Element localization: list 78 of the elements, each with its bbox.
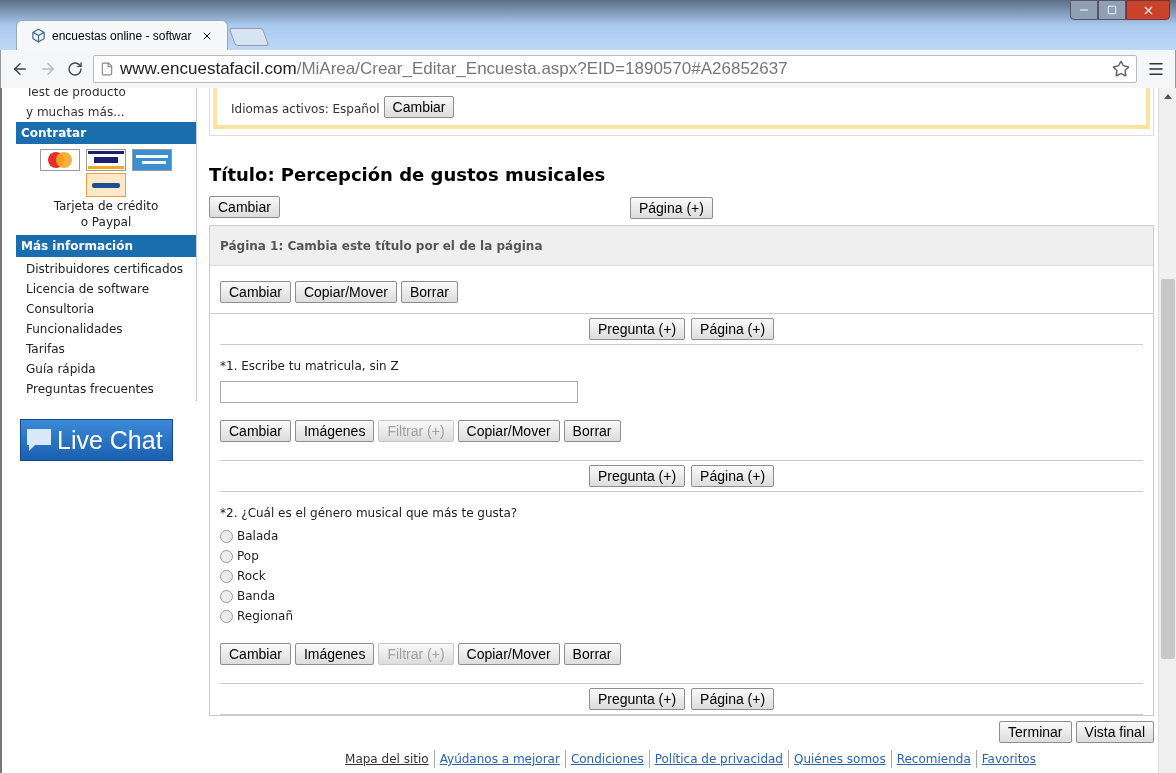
browser-tab[interactable]: encuestas online - softwar bbox=[16, 20, 228, 50]
footer-link[interactable]: Condiciones bbox=[564, 750, 644, 768]
paypal-logo-drawing bbox=[86, 173, 126, 197]
final-button[interactable]: Terminar bbox=[999, 721, 1072, 743]
option-label: Pop bbox=[237, 548, 259, 565]
option-label: Balada bbox=[237, 528, 279, 545]
back-icon[interactable] bbox=[11, 60, 29, 78]
menu-icon[interactable] bbox=[1147, 60, 1165, 78]
survey-title: Título: Percepción de gustos musicales bbox=[209, 164, 607, 186]
section-header: Más información bbox=[16, 235, 196, 257]
footer-link[interactable]: Favoritos bbox=[975, 750, 1036, 768]
star-icon[interactable] bbox=[1112, 60, 1130, 78]
footer-link[interactable]: Ayúdanos a mejorar bbox=[433, 750, 560, 768]
insert-button[interactable]: Pregunta (+) bbox=[588, 465, 686, 487]
question-button[interactable]: Copiar/Mover bbox=[457, 643, 560, 665]
section-header: Contratar bbox=[16, 122, 196, 144]
close-window-button[interactable] bbox=[1126, 0, 1170, 20]
question-button[interactable]: Cambiar bbox=[220, 420, 291, 442]
insert-button[interactable]: Página (+) bbox=[691, 465, 775, 487]
question-button[interactable]: Borrar bbox=[563, 643, 621, 665]
question-button[interactable]: Borrar bbox=[563, 420, 621, 442]
option-label: Banda bbox=[237, 588, 276, 605]
reload-icon[interactable] bbox=[67, 61, 83, 77]
sidebar-link[interactable]: Consultoria bbox=[16, 299, 196, 319]
languages-label: Idiomas activos: Español bbox=[231, 101, 380, 118]
scroll-up-arrow-icon[interactable] bbox=[1163, 94, 1172, 99]
card-logo-drawing bbox=[86, 149, 126, 171]
page-icon bbox=[100, 62, 114, 76]
insert-button[interactable]: Página (+) bbox=[691, 318, 775, 340]
insert-button[interactable]: Pregunta (+) bbox=[588, 318, 686, 340]
sidebar-link[interactable]: Preguntas frecuentes bbox=[16, 379, 196, 399]
address-bar[interactable]: www.encuestafacil.com/MiArea/Crear_Editar_Encuesta.aspx?EID=1890570#A26852637 bbox=[93, 55, 1137, 83]
page-button[interactable]: Cambiar bbox=[220, 281, 291, 303]
radio-button[interactable] bbox=[220, 549, 233, 563]
card-logo-drawing bbox=[40, 149, 80, 171]
caption-text: o Paypal bbox=[80, 215, 132, 229]
card-logo-drawing bbox=[132, 149, 172, 171]
cube-icon bbox=[31, 28, 46, 43]
insert-button[interactable]: Página (+) bbox=[691, 688, 775, 710]
question-button[interactable]: Imágenes bbox=[294, 420, 375, 442]
question-text: *2. ¿Cuál es el género musical que más te gusta? bbox=[220, 505, 519, 522]
radio-button[interactable] bbox=[220, 609, 233, 623]
sidebar-link[interactable]: Tarifas bbox=[16, 339, 196, 359]
caption-text: Tarjeta de crédito bbox=[53, 199, 159, 213]
radio-button[interactable] bbox=[220, 529, 233, 543]
footer-link[interactable]: Política de privacidad bbox=[648, 750, 783, 768]
option-label: Rock bbox=[237, 568, 266, 585]
radio-button[interactable] bbox=[220, 569, 233, 583]
footer-link[interactable]: Quiénes somos bbox=[787, 750, 886, 768]
add-page-button[interactable]: Página (+) bbox=[629, 197, 713, 219]
question-text: *1. Escribe tu matricula, sin Z bbox=[220, 358, 400, 375]
page-header: Página 1: Cambia este título por el de la página bbox=[210, 226, 1153, 266]
input-field[interactable] bbox=[220, 381, 578, 403]
footer-link[interactable]: Mapa del sitio bbox=[345, 750, 429, 768]
final-button[interactable]: Vista final bbox=[1075, 721, 1154, 743]
radio-button[interactable] bbox=[220, 589, 233, 603]
maximize-button[interactable] bbox=[1098, 0, 1126, 20]
sidebar-link[interactable]: Guía rápida bbox=[16, 359, 196, 379]
footer-link[interactable]: Recomienda bbox=[890, 750, 971, 768]
question-button[interactable]: Cambiar bbox=[220, 643, 291, 665]
new-tab-button[interactable] bbox=[228, 28, 270, 46]
sidebar-link[interactable]: Licencia de software bbox=[16, 279, 196, 299]
live-chat-button[interactable]: Live Chat bbox=[20, 419, 173, 461]
page-button[interactable]: Borrar bbox=[400, 281, 458, 303]
change-button[interactable]: Cambiar bbox=[209, 196, 280, 218]
change-button[interactable]: Cambiar bbox=[383, 96, 455, 118]
speech-bubble-icon bbox=[25, 427, 53, 453]
sidebar-link[interactable]: Distribuidores certificados bbox=[16, 259, 196, 279]
option-label: Regionañ bbox=[237, 608, 294, 625]
page-button[interactable]: Copiar/Mover bbox=[294, 281, 397, 303]
insert-button[interactable]: Pregunta (+) bbox=[588, 688, 686, 710]
maximize-icon bbox=[1107, 5, 1117, 15]
minimize-button[interactable] bbox=[1070, 0, 1098, 20]
question-button[interactable]: Copiar/Mover bbox=[457, 420, 560, 442]
scrollbar[interactable] bbox=[1158, 88, 1176, 773]
sidebar-link[interactable]: Funcionalidades bbox=[16, 319, 196, 339]
sidebar-link[interactable]: y muchas más... bbox=[16, 102, 196, 122]
question-button[interactable]: Imágenes bbox=[294, 643, 375, 665]
